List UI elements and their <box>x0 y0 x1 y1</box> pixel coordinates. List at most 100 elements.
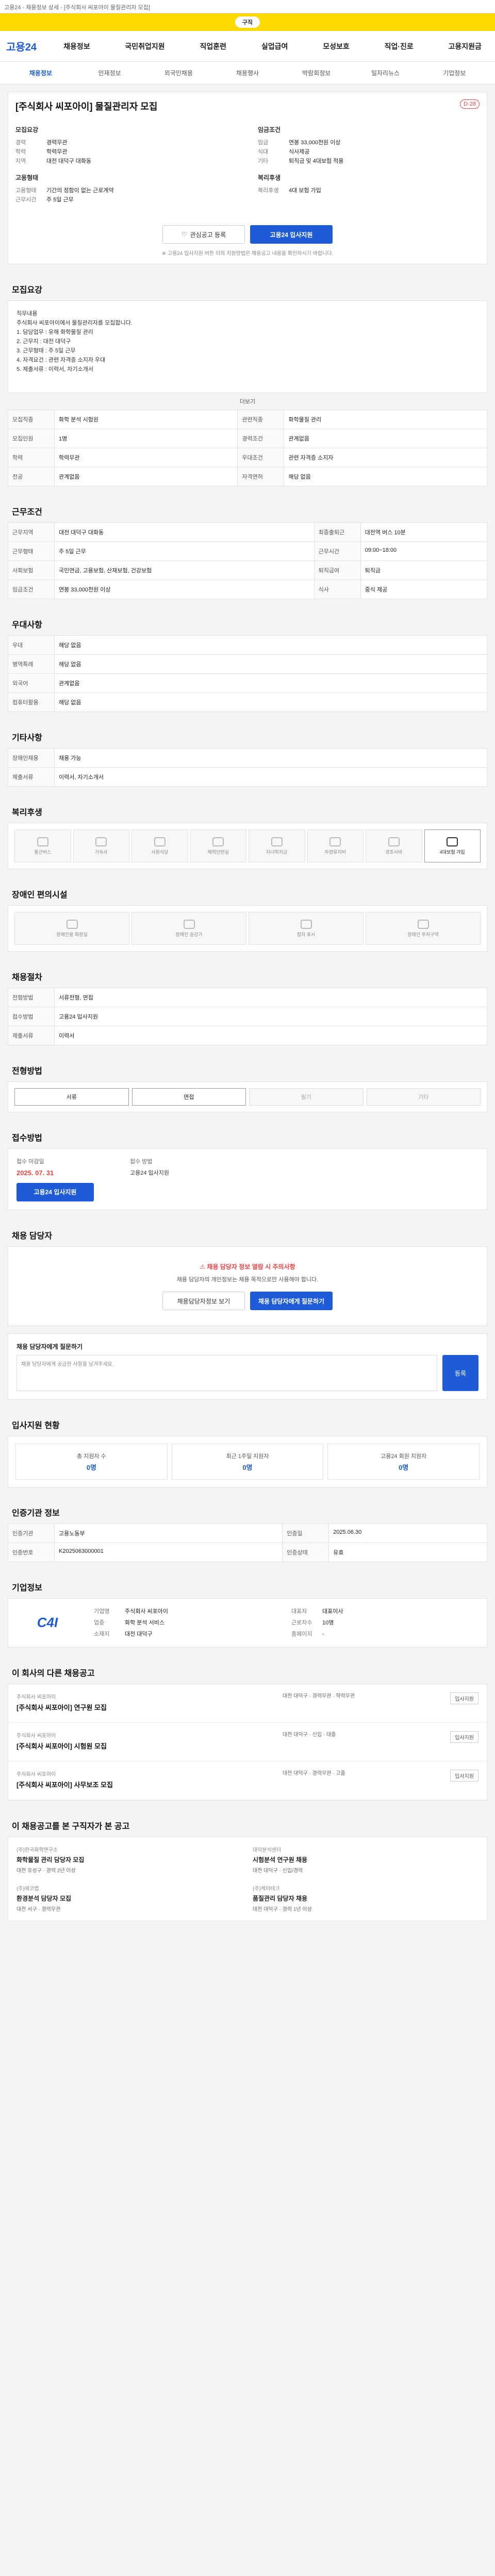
table-cell: 이력서, 자기소개서 <box>54 767 487 787</box>
more-toggle[interactable]: 더보기 <box>8 397 487 405</box>
interest-button[interactable]: ♡ 관심공고 등록 <box>162 225 245 244</box>
summary-row: 식대 식사제공 <box>258 147 480 157</box>
table-cell: 관련 자격증 소지자 <box>284 448 487 467</box>
stat-card: 최근 1주일 지원자 0명 <box>171 1444 324 1480</box>
apply-button[interactable]: 고용24 입사지원 <box>250 225 333 244</box>
table-header-cell: 인증번호 <box>8 1543 55 1562</box>
section-title-company: 기업정보 <box>12 1584 42 1592</box>
company-row: 업종 화학 분석 서비스 <box>94 1618 281 1628</box>
table-cell: 관계없음 <box>54 467 238 486</box>
recommended-job-title[interactable]: 시험분석 연구원 채용 <box>253 1855 478 1864</box>
table-header-cell: 인증일 <box>282 1523 329 1543</box>
related-job-main: 주식회사 씨포아이 [주식회사 씨포아이] 시험원 모집 <box>16 1731 272 1753</box>
contact-ask-button[interactable]: 채용 담당자에게 질문하기 <box>250 1292 333 1310</box>
table-cell: 관계없음 <box>284 429 487 448</box>
subnav-item-6[interactable]: 기업정보 <box>420 69 489 77</box>
apply-note: ※ 고용24 입사지원 버튼 이외 지원방법은 채용공고 내용을 확인하시기 바… <box>161 251 334 257</box>
recommended-job-item[interactable]: (주)한국화학연구소 화학물질 관리 담당자 모집 대전 유성구 · 경력 2년 이… <box>16 1845 242 1874</box>
summary-heading: 복리후생 <box>258 174 281 181</box>
table-cell: 연봉 33,000천원 이상 <box>54 580 315 599</box>
gnb-item-6[interactable]: 고용지원금 <box>441 41 489 52</box>
summary-key: 임금 <box>258 140 269 146</box>
table-row: 인증기관 고용노동부 인증일 2025.06.30 <box>8 1523 487 1543</box>
summary-key: 경력 <box>15 140 26 146</box>
table-cell: 관계없음 <box>54 673 487 693</box>
related-job-company: 주식회사 씨포아이 <box>16 1733 56 1739</box>
apply-method: 고용24 입사지원 <box>130 1170 170 1176</box>
qna-submit-button[interactable]: 등록 <box>442 1355 478 1391</box>
mode-pill[interactable]: 구직 <box>235 16 260 28</box>
table-row: 전공 관계없음 자격면허 해당 없음 <box>8 467 487 486</box>
related-job-title[interactable]: [주식회사 씨포아이] 사무보조 모집 <box>16 1780 272 1789</box>
qna-input[interactable]: 채용 담당자에게 궁금한 사항을 남겨주세요. <box>16 1355 437 1391</box>
benefit-item: 4대보험 가입 <box>424 829 481 862</box>
summary-row: 고용형태 기간의 정함이 없는 근로계약 <box>15 186 237 195</box>
company-key: 업종 <box>94 1620 105 1626</box>
company-key: 근로자수 <box>291 1620 312 1626</box>
benefit-label: 사원식당 <box>151 849 169 855</box>
subnav-item-5[interactable]: 일자리뉴스 <box>351 69 420 77</box>
related-job-title[interactable]: [주식회사 씨포아이] 시험원 모집 <box>16 1741 272 1751</box>
related-job-apply-button[interactable]: 입사지원 <box>450 1692 478 1704</box>
table-cell: 고용노동부 <box>54 1523 283 1543</box>
section-title-manager: 인증기관 정보 <box>12 1509 60 1518</box>
related-job-apply-button[interactable]: 입사지원 <box>450 1770 478 1782</box>
related-job-item[interactable]: 주식회사 씨포아이 [주식회사 씨포아이] 시험원 모집 대전 대덕구 · 신입 ·… <box>8 1723 487 1761</box>
gnb-item-5[interactable]: 직업·진로 <box>377 41 421 52</box>
table-cell: K2025063000001 <box>54 1543 283 1562</box>
company-row: 홈페이지 - <box>291 1630 478 1639</box>
table-cell: 주 5일 근무 <box>54 541 315 561</box>
company-value: 10명 <box>322 1620 334 1626</box>
table-cell: 2025.06.30 <box>328 1523 487 1543</box>
gnb-item-0[interactable]: 채용정보 <box>56 41 97 52</box>
related-job-main: 주식회사 씨포아이 [주식회사 씨포아이] 연구원 모집 <box>16 1692 272 1714</box>
table-cell: 채용 가능 <box>54 748 487 768</box>
gnb-item-4[interactable]: 모성보호 <box>316 41 357 52</box>
subnav-item-4[interactable]: 박람회정보 <box>282 69 351 77</box>
related-job-item[interactable]: 주식회사 씨포아이 [주식회사 씨포아이] 연구원 모집 대전 대덕구 · 경력무관… <box>8 1684 487 1723</box>
recommended-job-title[interactable]: 환경분석 담당자 모집 <box>16 1894 242 1903</box>
benefit-label: 경조사비 <box>385 849 403 855</box>
table-header-cell: 자격면허 <box>237 467 285 486</box>
summary-value: 대전 대덕구 대화동 <box>46 158 92 164</box>
related-job-item[interactable]: 주식회사 씨포아이 [주식회사 씨포아이] 사무보조 모집 대전 대덕구 · 경력무… <box>8 1761 487 1800</box>
table-cell: 화학 분석 시험원 <box>54 410 238 429</box>
gnb-item-2[interactable]: 직업훈련 <box>193 41 234 52</box>
etc-table: 장애인채용 채용 가능 제출서류 이력서, 자기소개서 <box>8 748 487 787</box>
table-header-cell: 근무시간 <box>314 541 361 561</box>
related-job-title[interactable]: [주식회사 씨포아이] 연구원 모집 <box>16 1702 272 1712</box>
description-line: 주식회사 씨포아이에서 물질관리자를 모집합니다. <box>16 320 133 326</box>
benefit-icon <box>329 837 341 846</box>
recommended-job-item[interactable]: 대덕분석센터 시험분석 연구원 채용 대전 대덕구 · 신입/경력 <box>253 1845 478 1874</box>
subnav-item-0[interactable]: 채용정보 <box>6 69 75 77</box>
subnav-item-3[interactable]: 채용행사 <box>213 69 282 77</box>
apply-button-2[interactable]: 고용24 입사지원 <box>16 1183 94 1201</box>
summary-row: 복리후생 4대 보험 가입 <box>258 186 480 195</box>
subnav-item-2[interactable]: 외국인채용 <box>144 69 213 77</box>
company-key: 소재지 <box>94 1631 110 1637</box>
recommended-job-title[interactable]: 화학물질 관리 담당자 모집 <box>16 1855 242 1864</box>
description-line: 1. 담당업무 : 유해 화학물질 관리 <box>16 329 93 335</box>
recommended-job-item[interactable]: (주)케미테크 품질관리 담당자 채용 대전 대덕구 · 경력 1년 이상 <box>253 1884 478 1912</box>
benefit-item: 자녀학자금 <box>249 829 305 862</box>
subnav-item-1[interactable]: 인재정보 <box>75 69 144 77</box>
company-key: 홈페이지 <box>291 1631 312 1637</box>
table-header-cell: 인증상태 <box>282 1543 329 1562</box>
gnb-item-3[interactable]: 실업급여 <box>254 41 295 52</box>
gnb-menu: 채용정보 국민취업지원 직업훈련 실업급여 모성보호 직업·진로 고용지원금 <box>56 41 489 52</box>
table-row: 장애인채용 채용 가능 <box>8 748 487 768</box>
table-cell: 이력서 <box>54 1026 487 1045</box>
table-cell: 대전 대덕구 대화동 <box>54 522 315 542</box>
benefit-label: 자녀학자금 <box>266 849 288 855</box>
related-job-apply-button[interactable]: 입사지원 <box>450 1731 478 1743</box>
benefit-icon <box>447 837 458 846</box>
summary-heading: 임금조건 <box>258 126 281 133</box>
summary-value: 연봉 33,000천원 이상 <box>289 140 341 146</box>
table-row: 우대 해당 없음 <box>8 635 487 655</box>
contact-view-button[interactable]: 채용담당자정보 보기 <box>162 1292 245 1310</box>
site-logo[interactable]: 고용24 <box>6 39 37 54</box>
gnb-item-1[interactable]: 국민취업지원 <box>118 41 172 52</box>
recommended-job-title[interactable]: 품질관리 담당자 채용 <box>253 1894 478 1903</box>
recommended-job-item[interactable]: (주)에코랩 환경분석 담당자 모집 대전 서구 · 경력무관 <box>16 1884 242 1912</box>
method-item: 서류 <box>14 1088 129 1106</box>
